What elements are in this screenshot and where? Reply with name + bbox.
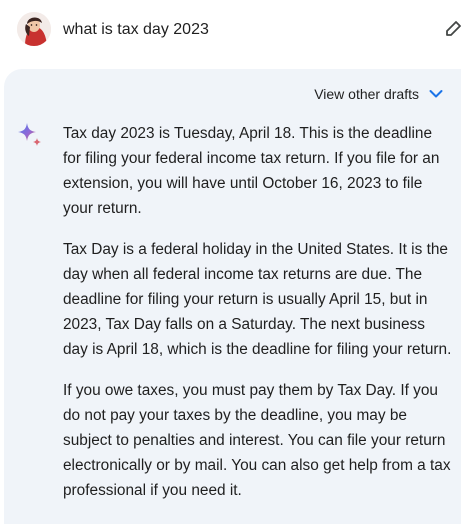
view-other-drafts-button[interactable]: View other drafts (314, 84, 443, 104)
response-paragraph: If you owe taxes, you must pay them by T… (63, 382, 451, 499)
chevron-down-icon (429, 90, 443, 98)
user-prompt-row: what is tax day 2023 (0, 0, 461, 62)
view-other-drafts-label: View other drafts (314, 86, 419, 102)
user-avatar (17, 12, 51, 46)
pencil-icon[interactable] (441, 18, 461, 40)
chat-page: what is tax day 2023 View other drafts T… (0, 0, 461, 524)
response-paragraph: Tax Day is a federal holiday in the Unit… (63, 241, 452, 358)
response-paragraph: Tax day 2023 is Tuesday, April 18. This … (63, 125, 440, 217)
user-prompt-text: what is tax day 2023 (63, 21, 209, 38)
sparkle-icon (15, 120, 45, 150)
response-text: Tax day 2023 is Tuesday, April 18. This … (63, 121, 453, 519)
